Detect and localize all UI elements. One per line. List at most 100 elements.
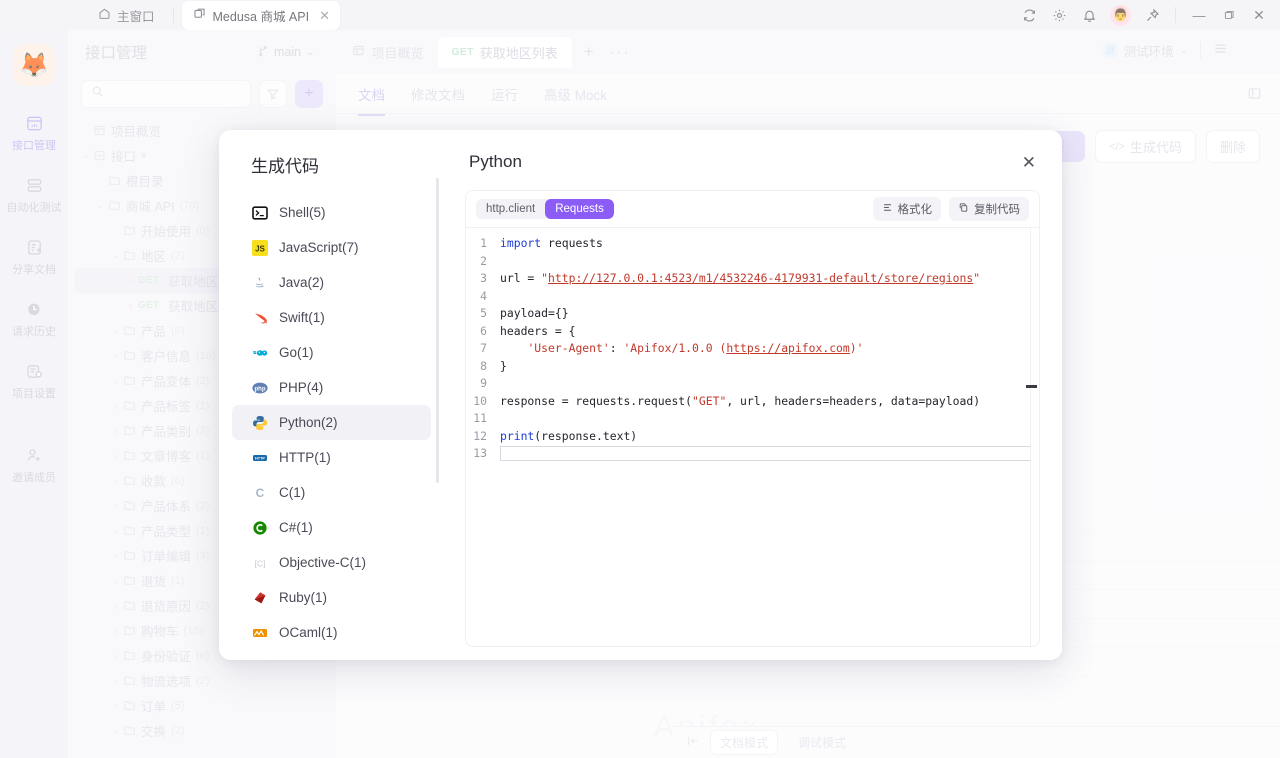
line-text: print(response.text) <box>500 428 637 446</box>
code-editor[interactable]: 1import requests23url = "http://127.0.0.… <box>465 227 1040 647</box>
format-label: 格式化 <box>898 201 933 217</box>
modal-main-panel: Python ✕ http.client Requests 格式化 <box>443 130 1062 660</box>
line-number: 10 <box>466 393 500 411</box>
svg-text:php: php <box>254 386 265 392</box>
line-text: response = requests.request("GET", url, … <box>500 393 980 411</box>
language-item-go[interactable]: Go(1) <box>232 335 431 370</box>
language-label: OCaml(1) <box>279 625 338 640</box>
line-text: url = "http://127.0.0.1:4523/m1/4532246-… <box>500 270 980 288</box>
line-number: 2 <box>466 253 500 271</box>
c-icon: C <box>251 484 268 501</box>
language-label: Swift(1) <box>279 310 325 325</box>
copy-code-button[interactable]: 复制代码 <box>949 197 1029 221</box>
language-label: Objective-C(1) <box>279 555 366 570</box>
go-icon <box>251 344 268 361</box>
php-icon: php <box>251 379 268 396</box>
code-lines: 1import requests23url = "http://127.0.0.… <box>466 228 1039 463</box>
code-line: 5payload={} <box>466 305 1039 323</box>
code-line: 2 <box>466 253 1039 271</box>
java-icon <box>251 274 268 291</box>
csharp-icon <box>251 519 268 536</box>
language-item-ocaml[interactable]: OCaml(1) <box>232 615 431 647</box>
line-text: } <box>500 358 507 376</box>
line-number: 5 <box>466 305 500 323</box>
language-item-python[interactable]: Python(2) <box>232 405 431 440</box>
format-button[interactable]: 格式化 <box>873 197 942 221</box>
code-line: 13 <box>466 445 1039 463</box>
language-item-c[interactable]: C C(1) <box>232 475 431 510</box>
svg-text:HTTP: HTTP <box>255 456 265 460</box>
objective-c-icon: [C] <box>251 554 268 571</box>
language-label: Shell(5) <box>279 205 326 220</box>
code-toolbar: http.client Requests 格式化 复制代码 <box>465 190 1040 227</box>
line-number: 11 <box>466 410 500 428</box>
line-text: 'User-Agent': 'Apifox/1.0.0 (https://api… <box>500 340 864 358</box>
language-item-http[interactable]: HTTP HTTP(1) <box>232 440 431 475</box>
language-label: HTTP(1) <box>279 450 331 465</box>
language-item-ruby[interactable]: Ruby(1) <box>232 580 431 615</box>
language-label: PHP(4) <box>279 380 323 395</box>
python-icon <box>251 414 268 431</box>
svg-text:JS: JS <box>255 244 265 253</box>
segment-http-client[interactable]: http.client <box>476 199 545 219</box>
line-text: import requests <box>500 235 603 253</box>
line-text: payload={} <box>500 305 569 323</box>
line-number: 3 <box>466 270 500 288</box>
language-label: Python(2) <box>279 415 338 430</box>
language-list: Shell(5) JS JavaScript(7) Java(2) Swift(1) Go… <box>219 195 443 647</box>
code-line: 1import requests <box>466 235 1039 253</box>
generate-code-modal: 生成代码 Shell(5) JS JavaScript(7) Java(2) Swift… <box>219 130 1062 660</box>
modal-header: Python ✕ <box>443 130 1062 172</box>
javascript-icon: JS <box>251 239 268 256</box>
line-number: 1 <box>466 235 500 253</box>
line-number: 8 <box>466 358 500 376</box>
language-list-scrollbar[interactable] <box>436 178 439 483</box>
language-item-java[interactable]: Java(2) <box>232 265 431 300</box>
segment-requests[interactable]: Requests <box>545 199 614 219</box>
swift-icon <box>251 309 268 326</box>
modal-language-sidebar: 生成代码 Shell(5) JS JavaScript(7) Java(2) Swift… <box>219 130 443 660</box>
language-item-swift[interactable]: Swift(1) <box>232 300 431 335</box>
ruby-icon <box>251 589 268 606</box>
svg-text:C: C <box>255 486 264 500</box>
copy-icon <box>958 202 969 216</box>
line-number: 13 <box>466 445 500 463</box>
code-line: 4 <box>466 288 1039 306</box>
code-toolbar-actions: 格式化 复制代码 <box>873 197 1030 221</box>
copy-label: 复制代码 <box>974 201 1020 217</box>
format-icon <box>882 202 893 216</box>
line-number: 4 <box>466 288 500 306</box>
line-number: 6 <box>466 323 500 341</box>
language-label: C#(1) <box>279 520 313 535</box>
language-item-csharp[interactable]: C#(1) <box>232 510 431 545</box>
language-label: JavaScript(7) <box>279 240 359 255</box>
modal-title: Python <box>469 152 522 172</box>
code-line: 3url = "http://127.0.0.1:4523/m1/4532246… <box>466 270 1039 288</box>
shell-icon <box>251 204 268 221</box>
code-line: 6headers = { <box>466 323 1039 341</box>
language-item-objective-c[interactable]: [C] Objective-C(1) <box>232 545 431 580</box>
code-line: 10response = requests.request("GET", url… <box>466 393 1039 411</box>
code-scrollbar-thumb[interactable] <box>1026 385 1037 388</box>
language-label: Go(1) <box>279 345 314 360</box>
modal-close-icon[interactable]: ✕ <box>1022 154 1036 171</box>
code-line: 8} <box>466 358 1039 376</box>
library-segmented-control: http.client Requests <box>476 199 614 219</box>
code-line: 11 <box>466 410 1039 428</box>
line-number: 7 <box>466 340 500 358</box>
language-label: Java(2) <box>279 275 324 290</box>
http-icon: HTTP <box>251 449 268 466</box>
language-item-javascript[interactable]: JS JavaScript(7) <box>232 230 431 265</box>
line-number: 9 <box>466 375 500 393</box>
code-scroll-divider <box>1030 228 1031 646</box>
line-text: headers = { <box>500 323 575 341</box>
language-item-shell[interactable]: Shell(5) <box>232 195 431 230</box>
code-line: 7 'User-Agent': 'Apifox/1.0.0 (https://a… <box>466 340 1039 358</box>
code-line: 9 <box>466 375 1039 393</box>
modal-sidebar-title: 生成代码 <box>219 152 443 195</box>
language-item-php[interactable]: php PHP(4) <box>232 370 431 405</box>
language-label: C(1) <box>279 485 305 500</box>
ocaml-icon <box>251 624 268 641</box>
language-label: Ruby(1) <box>279 590 327 605</box>
code-line: 12print(response.text) <box>466 428 1039 446</box>
